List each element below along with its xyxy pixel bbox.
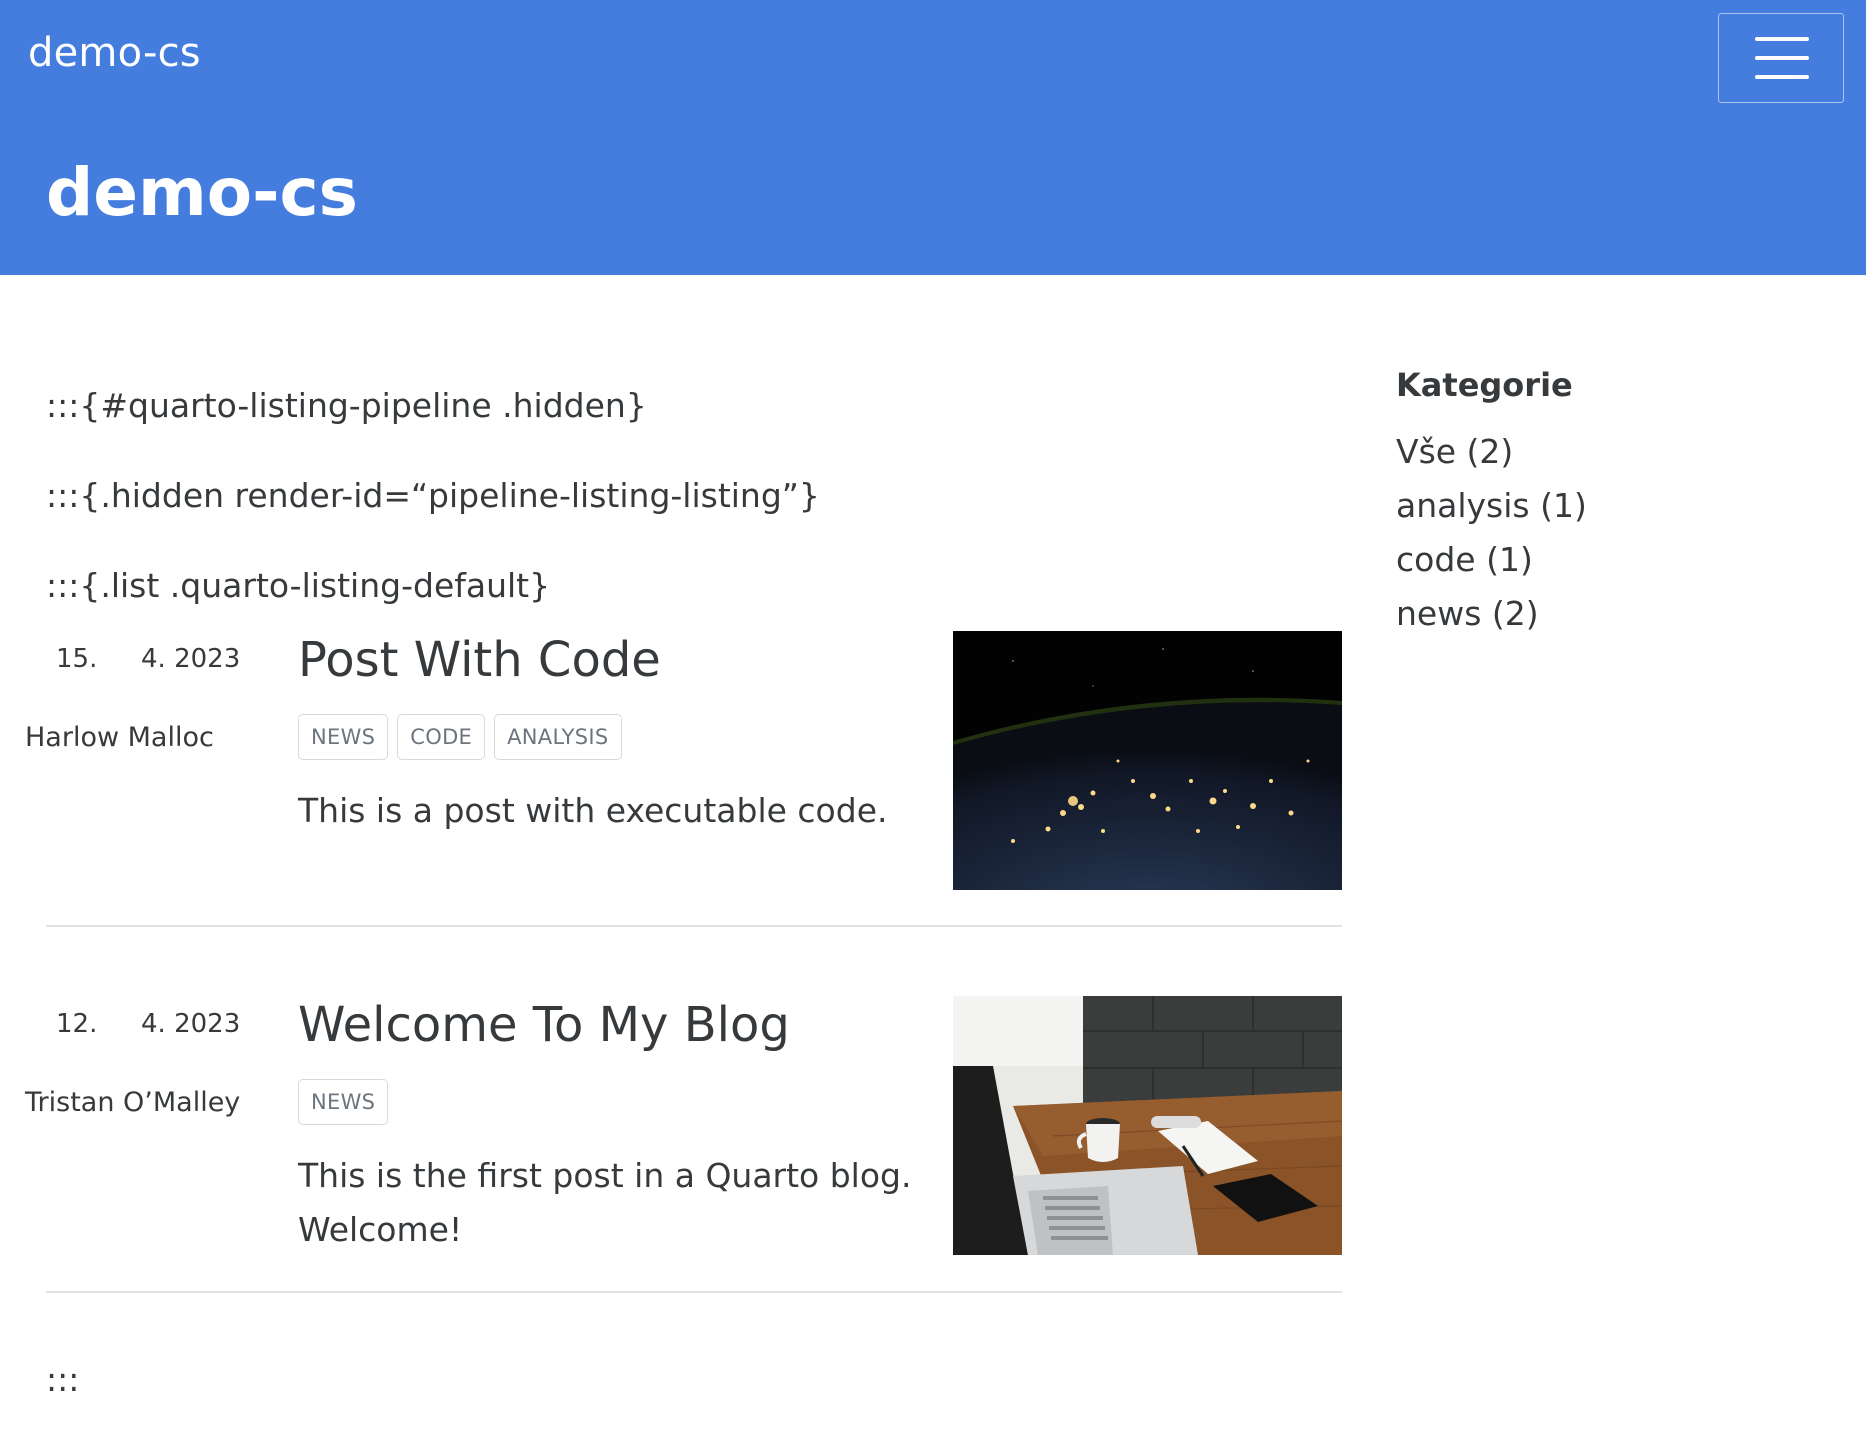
raw-fence-line: :::{.hidden render-id=“pipeline-listing-… — [46, 476, 820, 515]
raw-fence-line: :::{.list .quarto-listing-default} — [46, 566, 551, 605]
post-title-link[interactable]: Post With Code — [298, 632, 661, 688]
category-filter-all[interactable]: Vše (2) — [1396, 432, 1513, 471]
page-title: demo-cs — [46, 154, 358, 231]
post-author: Tristan O’Malley — [25, 1087, 241, 1118]
post-categories: news code analysis — [298, 714, 622, 760]
raw-fence-line: ::: — [46, 1360, 80, 1399]
category-tag[interactable]: news — [298, 1079, 389, 1125]
post-date-day: 12. — [56, 1009, 98, 1039]
hamburger-menu-icon — [1755, 37, 1809, 41]
post-description: This is the first post in a Quarto blog.… — [298, 1156, 912, 1249]
post-author: Harlow Malloc — [25, 722, 214, 753]
post-title-link[interactable]: Welcome To My Blog — [298, 997, 790, 1053]
menu-toggle-button[interactable] — [1718, 13, 1844, 103]
category-tag[interactable]: news — [298, 714, 389, 760]
categories-heading: Kategorie — [1396, 366, 1573, 404]
category-filter-news[interactable]: news (2) — [1396, 594, 1539, 633]
post-date-day: 15. — [56, 644, 98, 674]
post-date-month-year: 4. 2023 — [141, 644, 241, 674]
night-earth-image — [953, 631, 1342, 890]
item-divider — [46, 1291, 1342, 1293]
category-filter-analysis[interactable]: analysis (1) — [1396, 486, 1587, 525]
category-filter-code[interactable]: code (1) — [1396, 540, 1533, 579]
hamburger-menu-icon — [1755, 75, 1809, 79]
post-thumbnail[interactable] — [953, 631, 1342, 890]
post-date-month-year: 4. 2023 — [141, 1009, 241, 1039]
navbar-brand[interactable]: demo-cs — [28, 30, 201, 76]
post-categories: news — [298, 1079, 389, 1125]
hamburger-menu-icon — [1755, 56, 1809, 60]
category-tag[interactable]: code — [397, 714, 486, 760]
post-description: This is a post with executable code. — [298, 791, 888, 830]
title-banner: demo-cs — [0, 118, 1866, 275]
item-divider — [46, 925, 1342, 927]
category-tag[interactable]: analysis — [494, 714, 622, 760]
laptop-desk-image — [953, 996, 1342, 1255]
raw-fence-line: :::{#quarto-listing-pipeline .hidden} — [46, 386, 647, 425]
navbar: demo-cs — [0, 0, 1866, 118]
post-thumbnail[interactable] — [953, 996, 1342, 1255]
